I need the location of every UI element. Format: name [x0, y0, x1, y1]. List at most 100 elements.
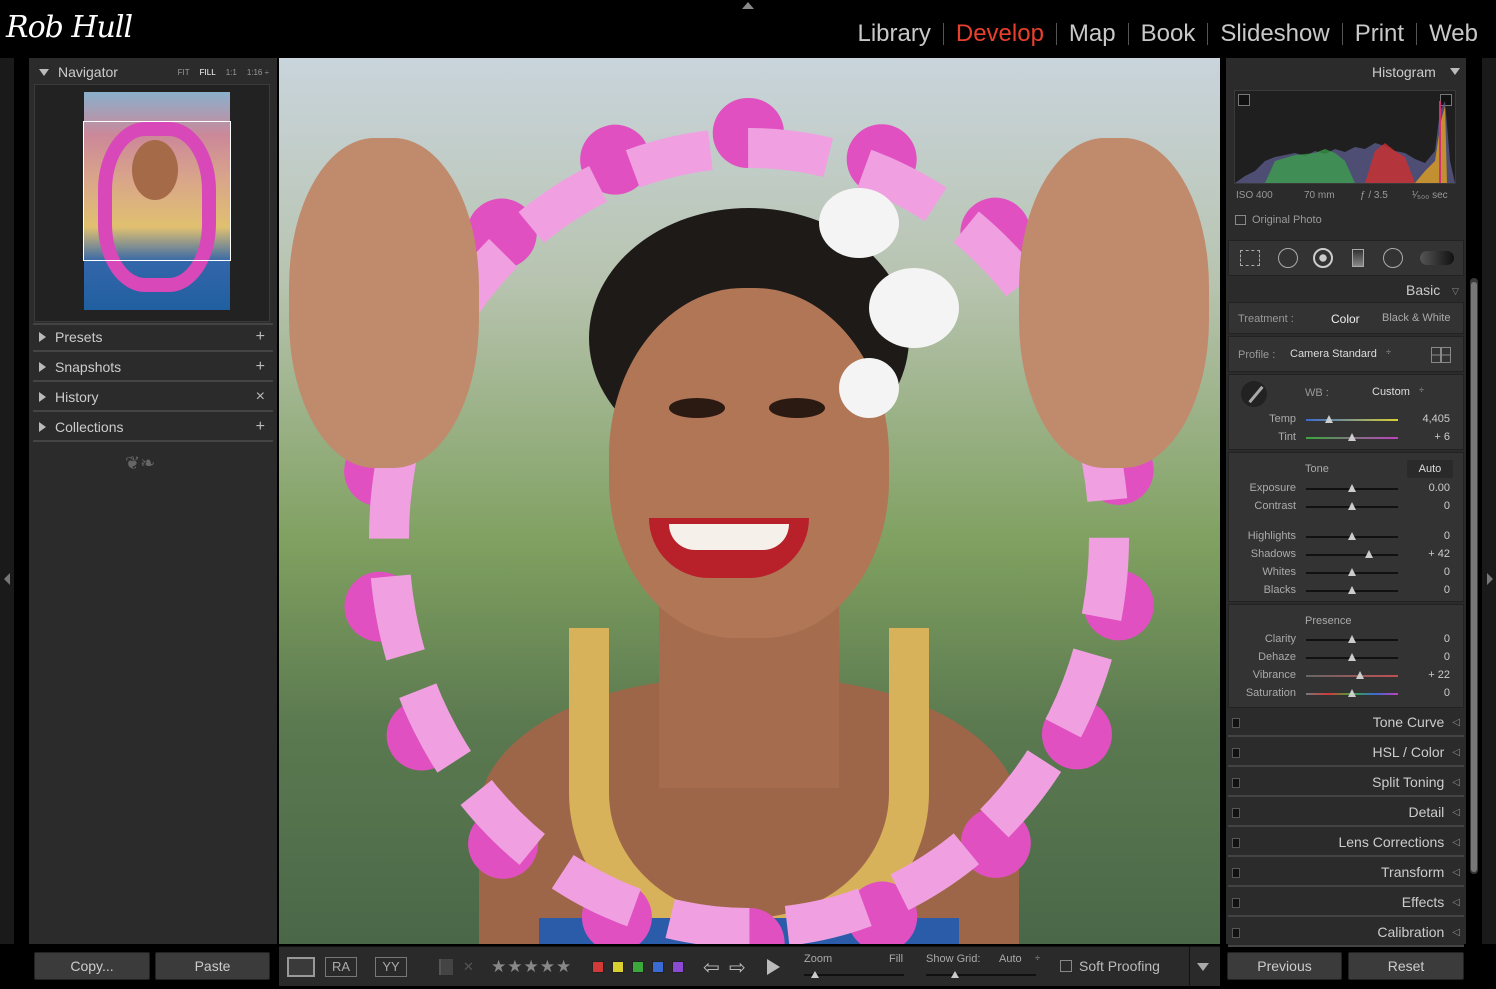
shadows-slider-knob[interactable]: [1364, 550, 1373, 558]
zoom-slider-knob[interactable]: [811, 971, 819, 978]
shadows-value[interactable]: + 42: [1410, 548, 1450, 560]
panel-calibration[interactable]: Calibration ◁: [1228, 919, 1464, 947]
zoom-1-16[interactable]: 1:16 ÷: [247, 68, 269, 77]
temp-value[interactable]: 4,405: [1410, 413, 1450, 425]
temp-slider-knob[interactable]: [1325, 415, 1333, 423]
basic-collapse-icon[interactable]: ▽: [1452, 286, 1459, 297]
expand-triangle-icon[interactable]: ◁: [1452, 747, 1460, 758]
previous-photo-icon[interactable]: ⇦: [703, 955, 720, 980]
collapse-top-panel-icon[interactable]: [742, 2, 754, 9]
navigator-preview[interactable]: [34, 84, 270, 322]
collapse-left-panel-icon[interactable]: [4, 573, 10, 585]
panel-switch-icon[interactable]: [1232, 718, 1240, 728]
next-photo-icon[interactable]: ⇨: [729, 955, 746, 980]
before-after-tb-icon[interactable]: YY: [375, 957, 407, 977]
contrast-slider-knob[interactable]: [1348, 502, 1356, 510]
zoom-1-1[interactable]: 1:1: [226, 68, 237, 77]
expand-triangle-icon[interactable]: ◁: [1452, 927, 1460, 938]
tint-slider-knob[interactable]: [1348, 433, 1356, 441]
crop-overlay-icon[interactable]: [1240, 250, 1260, 266]
temp-slider[interactable]: [1306, 419, 1398, 421]
show-grid-value[interactable]: Auto: [999, 953, 1022, 965]
collapse-right-panel-icon[interactable]: [1487, 573, 1493, 585]
white-balance-picker-icon[interactable]: [1241, 381, 1267, 407]
panel-split-toning[interactable]: Split Toning ◁: [1228, 769, 1464, 797]
panel-switch-icon[interactable]: [1232, 808, 1240, 818]
expand-triangle-icon[interactable]: ◁: [1452, 837, 1460, 848]
expand-triangle-icon[interactable]: [39, 362, 46, 372]
module-develop[interactable]: Develop: [944, 20, 1056, 48]
label-green-icon[interactable]: [632, 961, 644, 973]
radial-filter-icon[interactable]: [1383, 248, 1403, 268]
module-print[interactable]: Print: [1343, 20, 1416, 48]
expand-triangle-icon[interactable]: [39, 332, 46, 342]
grid-slider-knob[interactable]: [951, 971, 959, 978]
auto-tone-button[interactable]: Auto: [1407, 460, 1453, 478]
grid-stepper-icon[interactable]: ÷: [1035, 953, 1040, 963]
panel-switch-icon[interactable]: [1232, 898, 1240, 908]
play-slideshow-icon[interactable]: [767, 959, 780, 975]
grid-slider[interactable]: [926, 974, 1036, 976]
vibrance-slider[interactable]: [1306, 675, 1398, 677]
contrast-value[interactable]: 0: [1410, 500, 1450, 512]
treatment-black-white[interactable]: Black & White: [1382, 312, 1450, 324]
label-blue-icon[interactable]: [652, 961, 664, 973]
photo-canvas[interactable]: [279, 58, 1220, 944]
expand-triangle-icon[interactable]: ◁: [1452, 807, 1460, 818]
panel-snapshots[interactable]: Snapshots +: [29, 354, 277, 380]
scrollbar-thumb[interactable]: [1471, 282, 1477, 872]
panel-switch-icon[interactable]: [1232, 748, 1240, 758]
previous-button[interactable]: Previous: [1227, 952, 1342, 980]
expand-triangle-icon[interactable]: [39, 422, 46, 432]
saturation-value[interactable]: 0: [1410, 687, 1450, 699]
treatment-color[interactable]: Color: [1331, 312, 1360, 326]
expand-triangle-icon[interactable]: ◁: [1452, 867, 1460, 878]
panel-transform[interactable]: Transform ◁: [1228, 859, 1464, 887]
graduated-filter-icon[interactable]: [1352, 249, 1364, 267]
blacks-slider-knob[interactable]: [1348, 586, 1356, 594]
highlights-slider-knob[interactable]: [1348, 532, 1356, 540]
zoom-fit[interactable]: FIT: [178, 68, 190, 77]
clarity-value[interactable]: 0: [1410, 633, 1450, 645]
zoom-fill[interactable]: FILL: [200, 68, 216, 77]
module-map[interactable]: Map: [1057, 20, 1128, 48]
histogram-collapse-icon[interactable]: [1450, 68, 1460, 75]
reject-flag-icon[interactable]: ✕: [463, 959, 474, 975]
copy-button[interactable]: Copy...: [34, 952, 150, 980]
panel-hsl-color[interactable]: HSL / Color ◁: [1228, 739, 1464, 767]
highlights-value[interactable]: 0: [1410, 530, 1450, 542]
expand-triangle-icon[interactable]: ◁: [1452, 897, 1460, 908]
blacks-value[interactable]: 0: [1410, 584, 1450, 596]
panel-switch-icon[interactable]: [1232, 928, 1240, 938]
soft-proofing-checkbox[interactable]: [1060, 960, 1072, 972]
histogram-title[interactable]: Histogram: [1372, 64, 1436, 80]
histogram[interactable]: [1234, 90, 1456, 184]
expand-triangle-icon[interactable]: [39, 68, 49, 76]
flag-icon[interactable]: [439, 959, 453, 975]
panel-tone-curve[interactable]: Tone Curve ◁: [1228, 709, 1464, 737]
dehaze-value[interactable]: 0: [1410, 651, 1450, 663]
label-yellow-icon[interactable]: [612, 961, 624, 973]
navigator-header[interactable]: Navigator FIT FILL 1:1 1:16 ÷: [29, 59, 277, 85]
vibrance-slider-knob[interactable]: [1356, 671, 1365, 679]
wb-stepper-icon[interactable]: ÷: [1419, 385, 1424, 395]
navigator-view-rectangle[interactable]: [83, 121, 231, 261]
module-web[interactable]: Web: [1417, 20, 1490, 48]
zoom-slider[interactable]: [804, 974, 904, 976]
panel-switch-icon[interactable]: [1232, 868, 1240, 878]
right-edge[interactable]: [1482, 58, 1496, 944]
whites-slider-knob[interactable]: [1348, 568, 1356, 576]
exposure-value[interactable]: 0.00: [1410, 482, 1450, 494]
before-after-lr-icon[interactable]: RA: [325, 957, 357, 977]
paste-button[interactable]: Paste: [155, 952, 270, 980]
profile-dropdown[interactable]: Camera Standard: [1290, 348, 1377, 360]
red-eye-icon[interactable]: [1313, 248, 1333, 268]
add-snapshot-icon[interactable]: +: [256, 358, 265, 376]
profile-browser-icon[interactable]: [1431, 347, 1451, 363]
label-purple-icon[interactable]: [672, 961, 684, 973]
label-red-icon[interactable]: [592, 961, 604, 973]
expand-triangle-icon[interactable]: ◁: [1452, 777, 1460, 788]
add-collection-icon[interactable]: +: [256, 418, 265, 436]
module-slideshow[interactable]: Slideshow: [1208, 20, 1341, 48]
clear-history-icon[interactable]: ×: [256, 388, 265, 406]
